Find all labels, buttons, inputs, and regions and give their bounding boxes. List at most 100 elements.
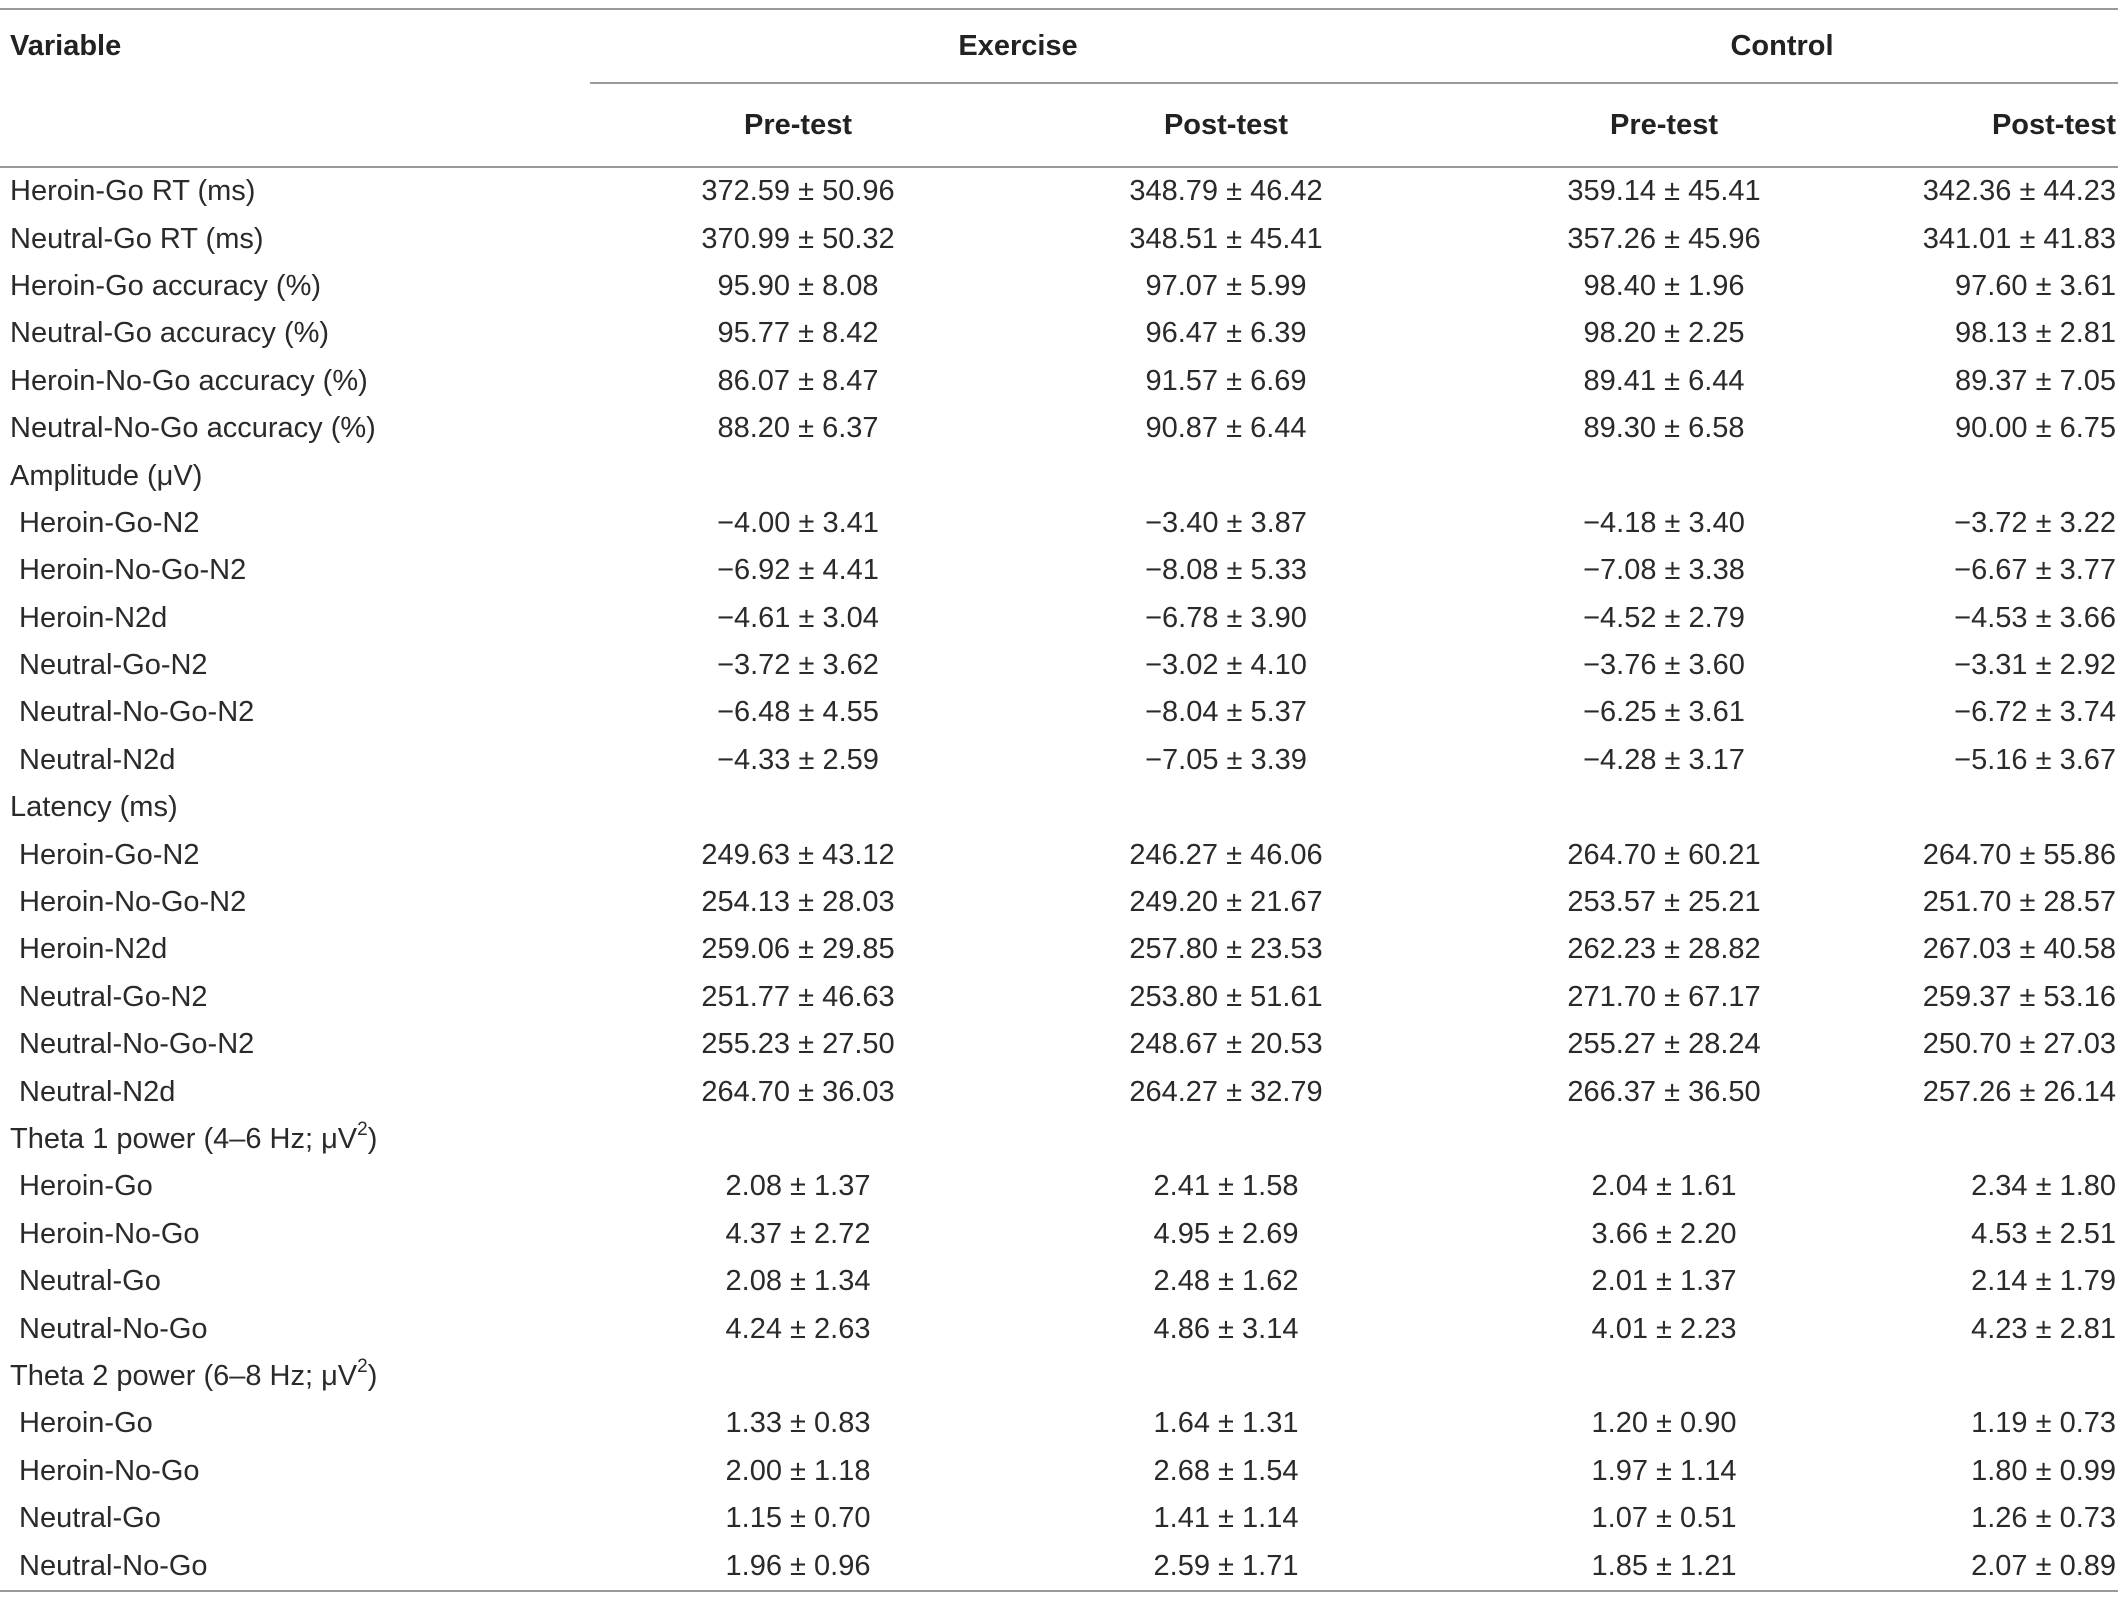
exercise-pretest-cell: 370.99 ± 50.32: [701, 222, 895, 255]
row-label: Neutral-N2d: [19, 1075, 176, 1108]
table-row: Heroin-Go 1.33 ± 0.83 1.64 ± 1.31 1.20 ± 0.…: [0, 1400, 2118, 1447]
exercise-posttest-cell: 2.48 ± 1.62: [1153, 1265, 1299, 1298]
table-row: Heroin-No-Go 4.37 ± 2.72 4.95 ± 2.69 3.66 ±…: [0, 1211, 2118, 1258]
row-label: Neutral-No-Go-N2: [19, 1028, 255, 1061]
control-posttest-cell: −5.16 ± 3.67: [1954, 743, 2117, 776]
control-pretest-cell: −4.52 ± 2.79: [1583, 601, 1745, 634]
table-row: Heroin-N2d 259.06 ± 29.85 257.80 ± 23.53 26…: [0, 926, 2118, 973]
table-row: Heroin-Go-N2 249.63 ± 43.12 246.27 ± 46.06…: [0, 831, 2118, 878]
row-label: Heroin-N2d: [19, 933, 168, 966]
control-pretest-cell: 357.26 ± 45.96: [1567, 222, 1761, 255]
section-header-row: Amplitude (μV): [0, 452, 2118, 499]
exercise-posttest-cell: 348.51 ± 45.41: [1129, 222, 1323, 255]
row-label: Heroin-No-Go-N2: [19, 554, 247, 587]
control-posttest-cell: 1.19 ± 0.73: [1971, 1407, 2117, 1440]
table-row: Neutral-Go 2.08 ± 1.34 2.48 ± 1.62 2.01 ± 1…: [0, 1258, 2118, 1305]
table-row: Heroin-No-Go 2.00 ± 1.18 2.68 ± 1.54 1.97 ±…: [0, 1448, 2118, 1495]
row-label: Neutral-Go-N2: [19, 980, 208, 1013]
exercise-pretest-cell: 249.63 ± 43.12: [701, 838, 895, 871]
control-pretest-cell: 89.30 ± 6.58: [1583, 412, 1745, 445]
control-posttest-cell: 267.03 ± 40.58: [1922, 933, 2117, 966]
exercise-posttest-cell: −3.02 ± 4.10: [1145, 649, 1307, 682]
row-label: Neutral-No-Go: [0, 1542, 590, 1592]
control-pretest-cell: 2.04 ± 1.61: [1591, 1170, 1737, 1203]
table-row: Heroin-No-Go accuracy (%) 86.07 ± 8.47 91.…: [0, 358, 2118, 405]
control-posttest-cell: −4.53 ± 3.66: [1954, 601, 2117, 634]
table-row: Neutral-No-Go 4.24 ± 2.63 4.86 ± 3.14 4.01 …: [0, 1305, 2118, 1352]
control-pretest-cell: 253.57 ± 25.21: [1567, 886, 1761, 919]
exercise-posttest-cell: −8.08 ± 5.33: [1145, 554, 1307, 587]
exercise-pretest-cell: 95.77 ± 8.42: [717, 317, 879, 350]
exercise-posttest-cell: −3.40 ± 3.87: [1145, 506, 1307, 539]
section-header-row: Latency (ms): [0, 784, 2118, 831]
control-pretest-cell: 271.70 ± 67.17: [1567, 980, 1761, 1013]
exercise-posttest-cell: −8.04 ± 5.37: [1145, 696, 1307, 729]
table-row: Heroin-No-Go-N2 254.13 ± 28.03 249.20 ± 21…: [0, 879, 2118, 926]
row-label: Neutral-No-Go accuracy (%): [10, 412, 376, 445]
table-row: Heroin-Go accuracy (%) 95.90 ± 8.08 97.07 …: [0, 263, 2118, 310]
control-posttest-cell: 98.13 ± 2.81: [1954, 317, 2117, 350]
row-label: Heroin-Go-N2: [19, 838, 200, 871]
control-posttest-cell: 4.53 ± 2.51: [1971, 1217, 2117, 1250]
section-label-superscript: 2: [357, 1119, 368, 1141]
table-row: Neutral-No-Go-N2 255.23 ± 27.50 248.67 ± 2…: [0, 1021, 2118, 1068]
control-pretest-cell: −4.28 ± 3.17: [1583, 743, 1745, 776]
table-row: Neutral-Go-N2 −3.72 ± 3.62 −3.02 ± 4.10 −3.…: [0, 642, 2118, 689]
exercise-pretest-cell: −3.72 ± 3.62: [717, 649, 879, 682]
control-posttest-cell: −6.72 ± 3.74: [1954, 696, 2117, 729]
control-posttest-cell: −3.31 ± 2.92: [1954, 649, 2117, 682]
row-label: Heroin-No-Go: [19, 1217, 200, 1250]
control-posttest-cell: 4.23 ± 2.81: [1971, 1312, 2117, 1345]
section-label-superscript: 2: [357, 1356, 368, 1378]
exercise-posttest-cell: 91.57 ± 6.69: [1145, 364, 1307, 397]
control-pretest-cell: 2.01 ± 1.37: [1591, 1265, 1737, 1298]
control-pretest-cell: 3.66 ± 2.20: [1591, 1217, 1737, 1250]
table-row: Heroin-No-Go-N2 −6.92 ± 4.41 −8.08 ± 5.33 −…: [0, 547, 2118, 594]
control-posttest-cell: 251.70 ± 28.57: [1922, 886, 2117, 919]
section-label-text: Theta 1 power (4–6 Hz; μV: [10, 1123, 358, 1155]
exercise-posttest-cell: 348.79 ± 46.42: [1129, 175, 1323, 208]
row-label: Heroin-N2d: [19, 601, 168, 634]
control-pretest-cell: 264.70 ± 60.21: [1567, 838, 1761, 871]
control-pretest-cell: 4.01 ± 2.23: [1591, 1312, 1737, 1345]
table-row: Neutral-No-Go accuracy (%) 88.20 ± 6.37 90…: [0, 405, 2118, 452]
exercise-pretest-cell: −6.48 ± 4.55: [717, 696, 879, 729]
row-label: Heroin-No-Go: [19, 1454, 200, 1487]
control-pretest-cell: 255.27 ± 28.24: [1567, 1028, 1761, 1061]
control-pretest-cell: 98.40 ± 1.96: [1583, 269, 1745, 302]
row-label: Heroin-No-Go accuracy (%): [10, 364, 368, 397]
exercise-pretest-cell: −6.92 ± 4.41: [717, 554, 879, 587]
table-row: Neutral-N2d 264.70 ± 36.03 264.27 ± 32.79 2…: [0, 1068, 2118, 1115]
exercise-posttest-cell: 246.27 ± 46.06: [1129, 838, 1323, 871]
row-label: Heroin-Go: [19, 1170, 153, 1203]
exercise-posttest-cell: −7.05 ± 3.39: [1145, 743, 1307, 776]
control-pretest-cell: −6.25 ± 3.61: [1583, 696, 1745, 729]
exercise-posttest-cell: 97.07 ± 5.99: [1145, 269, 1307, 302]
control-posttest-cell: 1.80 ± 0.99: [1971, 1454, 2117, 1487]
exercise-pretest-cell: −4.33 ± 2.59: [717, 743, 879, 776]
exercise-pretest-cell: 2.08 ± 1.37: [725, 1170, 871, 1203]
exercise-pretest-header: Pre-test: [590, 83, 1006, 168]
section-label: Theta 2 power (6–8 Hz; μV2): [0, 1353, 2118, 1400]
exercise-pretest-cell: 4.37 ± 2.72: [725, 1217, 871, 1250]
exercise-group-header: Exercise: [590, 8, 1447, 84]
exercise-posttest-cell: 253.80 ± 51.61: [1129, 980, 1323, 1013]
exercise-posttest-cell: −6.78 ± 3.90: [1145, 601, 1307, 634]
results-table: Variable Exercise Control Pre-test Post-…: [0, 8, 2119, 1592]
control-posttest-cell: 264.70 ± 55.86: [1922, 838, 2117, 871]
exercise-pretest-cell: 372.59 ± 50.96: [701, 175, 895, 208]
control-pretest-cell: 1.97 ± 1.14: [1591, 1454, 1737, 1487]
control-pretest-cell: 1.20 ± 0.90: [1591, 1407, 1737, 1440]
control-pretest-cell: 1.85 ± 1.21: [1446, 1542, 1883, 1592]
exercise-pretest-cell: 2.08 ± 1.34: [725, 1265, 871, 1298]
section-label-text: Theta 2 power (6–8 Hz; μV: [10, 1359, 358, 1392]
control-posttest-cell: 250.70 ± 27.03: [1922, 1028, 2117, 1061]
control-posttest-cell: −3.72 ± 3.22: [1954, 506, 2117, 539]
control-posttest-cell: 2.34 ± 1.80: [1971, 1170, 2117, 1203]
section-label: Amplitude (μV): [0, 452, 2118, 499]
control-posttest-cell: −6.67 ± 3.77: [1954, 554, 2117, 587]
exercise-posttest-cell: 1.41 ± 1.14: [1153, 1502, 1299, 1535]
row-label: Neutral-Go: [19, 1502, 161, 1535]
exercise-pretest-cell: 95.90 ± 8.08: [717, 269, 879, 302]
control-pretest-cell: −7.08 ± 3.38: [1583, 554, 1745, 587]
